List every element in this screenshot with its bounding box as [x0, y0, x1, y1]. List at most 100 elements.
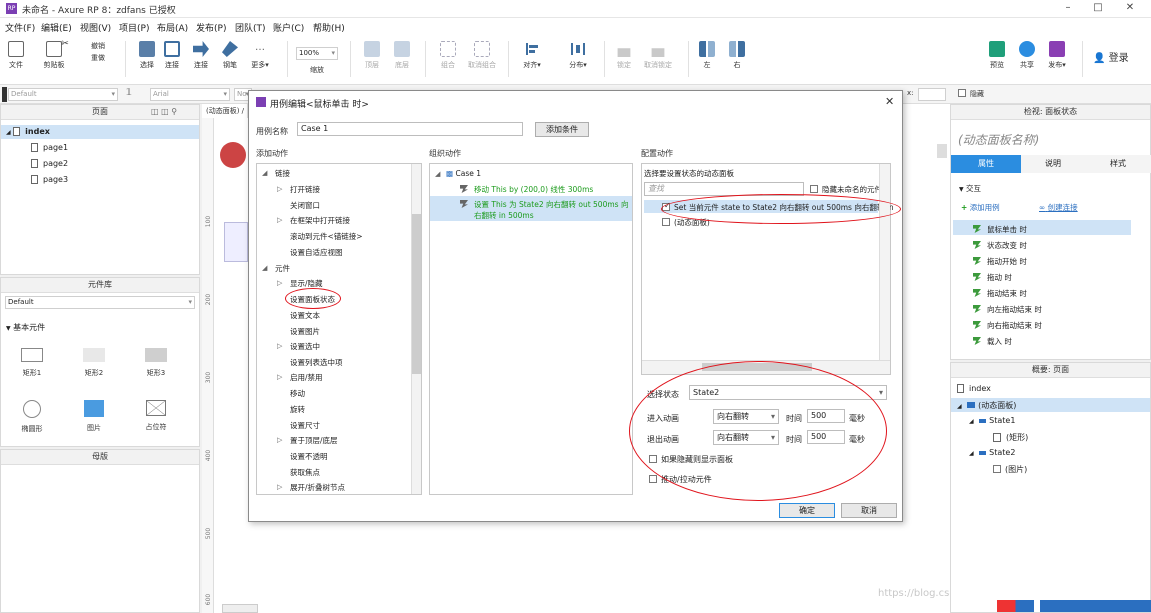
action-group-widget[interactable]: 元件	[275, 263, 290, 274]
panel-name-field[interactable]: (动态面板名称)	[958, 131, 1039, 148]
action-set-image[interactable]: 设置图片	[290, 326, 320, 337]
connector-button[interactable]: 连接	[192, 41, 210, 70]
tab-style[interactable]: 样式	[1085, 155, 1151, 173]
add-condition-button[interactable]: 添加条件	[535, 122, 589, 137]
action-set-text[interactable]: 设置文本	[290, 310, 320, 321]
outline-state2[interactable]: ◢ State2	[969, 448, 1015, 457]
library-section[interactable]: ▼ 基本元件	[6, 322, 45, 333]
case-node[interactable]: ▩ Case 1	[446, 169, 481, 178]
maximize-button[interactable]: □	[1088, 2, 1108, 13]
hidden-checkbox[interactable]: 隐藏	[958, 89, 984, 99]
outline-index[interactable]: index	[957, 384, 991, 393]
event-item[interactable]: 拖动 时	[973, 272, 1012, 283]
menu-edit[interactable]: 编辑(E)	[41, 21, 72, 34]
menu-publish[interactable]: 发布(P)	[196, 21, 226, 34]
org-action-set-state[interactable]: 设置 This 为 State2 向右翻转 out 500ms 向	[460, 199, 628, 210]
action-adaptive-view[interactable]: 设置自适应视图	[290, 247, 343, 258]
left-button[interactable]: 左	[696, 41, 718, 70]
canvas-tab[interactable]: (动态面板) / S	[202, 104, 248, 129]
lock-button[interactable]: 锁定	[612, 41, 636, 70]
ime-toolbar[interactable]	[997, 600, 1151, 612]
pen-button[interactable]: 钢笔	[220, 41, 240, 70]
bring-top-button[interactable]: 顶层	[360, 41, 384, 70]
redo-button[interactable]: 重做	[84, 53, 112, 63]
page-item[interactable]: page3	[31, 175, 68, 184]
distribute-button[interactable]: 分布▾	[564, 41, 592, 70]
widget-rect3[interactable]: 矩形3	[139, 348, 173, 378]
select-button[interactable]: 选择	[135, 41, 159, 70]
font-select[interactable]: Arial	[150, 88, 230, 101]
action-set-list[interactable]: 设置列表选中项	[290, 357, 343, 368]
close-icon[interactable]: ✕	[885, 95, 894, 108]
minimize-button[interactable]: –	[1058, 2, 1078, 13]
menu-help[interactable]: 帮助(H)	[313, 21, 345, 34]
case-name-input[interactable]: Case 1	[297, 122, 523, 136]
publish-button[interactable]: 发布▾	[1044, 41, 1070, 70]
preview-button[interactable]: 预览	[985, 41, 1009, 70]
style-select[interactable]: Default	[8, 88, 118, 101]
align-button[interactable]: 对齐▾	[518, 41, 546, 70]
right-button[interactable]: 右	[726, 41, 748, 70]
login-button[interactable]: 👤 登录	[1093, 49, 1129, 64]
event-item[interactable]: 向左拖动结束 时	[973, 304, 1042, 315]
connect-button[interactable]: 连接	[163, 41, 181, 70]
menu-layout[interactable]: 布局(A)	[157, 21, 188, 34]
action-list-scrollbar[interactable]	[411, 164, 421, 494]
x-coord-input[interactable]	[918, 88, 946, 101]
action-scroll-to[interactable]: 滚动到元件<锚链接>	[290, 231, 363, 242]
group-button[interactable]: 组合	[436, 41, 460, 70]
event-item[interactable]: 鼠标单击 时	[973, 224, 1027, 235]
zoom-select[interactable]: 100%	[296, 47, 338, 60]
event-item[interactable]: 拖动开始 时	[973, 256, 1027, 267]
widget-rect1[interactable]: 矩形1	[15, 348, 49, 378]
menu-project[interactable]: 项目(P)	[119, 21, 149, 34]
format-painter-icon[interactable]: 𝟙	[126, 88, 132, 98]
tab-notes[interactable]: 说明	[1021, 155, 1085, 173]
tab-properties[interactable]: 属性	[951, 155, 1021, 173]
canvas-h-scrollbar[interactable]	[222, 604, 258, 613]
widget-rect2[interactable]: 矩形2	[77, 348, 111, 378]
share-button[interactable]: 共享	[1015, 41, 1039, 70]
send-bottom-button[interactable]: 底层	[390, 41, 414, 70]
page-index[interactable]: ◢ index	[6, 127, 50, 136]
cfg-v-scrollbar[interactable]	[879, 164, 890, 360]
outline-image[interactable]: (图片)	[993, 464, 1027, 475]
add-case-link[interactable]: + 添加用例	[961, 202, 1000, 213]
widget-placeholder[interactable]: 占位符	[139, 400, 173, 432]
action-move[interactable]: 移动	[290, 388, 305, 399]
action-get-focus[interactable]: 获取焦点	[290, 467, 320, 478]
outline-state1[interactable]: ◢ State1	[969, 416, 1015, 425]
action-close-window[interactable]: 关闭窗口	[290, 200, 320, 211]
menu-view[interactable]: 视图(V)	[80, 21, 111, 34]
pages-panel-tools[interactable]: ◫ ◫ ⚲	[151, 107, 177, 116]
menu-file[interactable]: 文件(F)	[5, 21, 35, 34]
org-action-move[interactable]: 移动 This by (200,0) 线性 300ms	[460, 184, 593, 195]
widget-image[interactable]: 图片	[77, 400, 111, 433]
menu-team[interactable]: 团队(T)	[235, 21, 266, 34]
action-bring-front[interactable]: 置于顶层/底层	[290, 435, 338, 446]
action-set-selected[interactable]: 设置选中	[290, 341, 320, 352]
menu-account[interactable]: 账户(C)	[273, 21, 304, 34]
outline-rect[interactable]: (矩形)	[993, 432, 1028, 443]
outline-panel-node[interactable]: ◢ (动态面板)	[957, 400, 1016, 411]
action-set-opacity[interactable]: 设置不透明	[290, 451, 328, 462]
action-open-link[interactable]: 打开链接	[290, 184, 320, 195]
ungroup-button[interactable]: 取消组合	[466, 41, 498, 70]
event-item[interactable]: 载入 时	[973, 336, 1012, 347]
more-button[interactable]: … 更多▾	[248, 41, 272, 70]
event-item[interactable]: 状态改变 时	[973, 240, 1027, 251]
cut-icon[interactable]: ✂	[60, 39, 70, 49]
undo-button[interactable]: 撤销	[84, 41, 112, 51]
library-select[interactable]: Default	[5, 296, 195, 309]
action-rotate[interactable]: 旋转	[290, 404, 305, 415]
cancel-button[interactable]: 取消	[841, 503, 897, 518]
canvas-scrollbar[interactable]	[937, 144, 947, 158]
event-item[interactable]: 向右拖动结束 时	[973, 320, 1042, 331]
event-item[interactable]: 拖动结束 时	[973, 288, 1027, 299]
interaction-section[interactable]: ▼ 交互	[959, 183, 981, 194]
action-expand-tree[interactable]: 展开/折叠树节点	[290, 482, 345, 493]
action-group-link[interactable]: 链接	[275, 168, 290, 179]
action-set-size[interactable]: 设置尺寸	[290, 420, 320, 431]
page-item[interactable]: page2	[31, 159, 68, 168]
hide-unnamed-checkbox[interactable]: 隐藏未命名的元件	[810, 184, 882, 195]
